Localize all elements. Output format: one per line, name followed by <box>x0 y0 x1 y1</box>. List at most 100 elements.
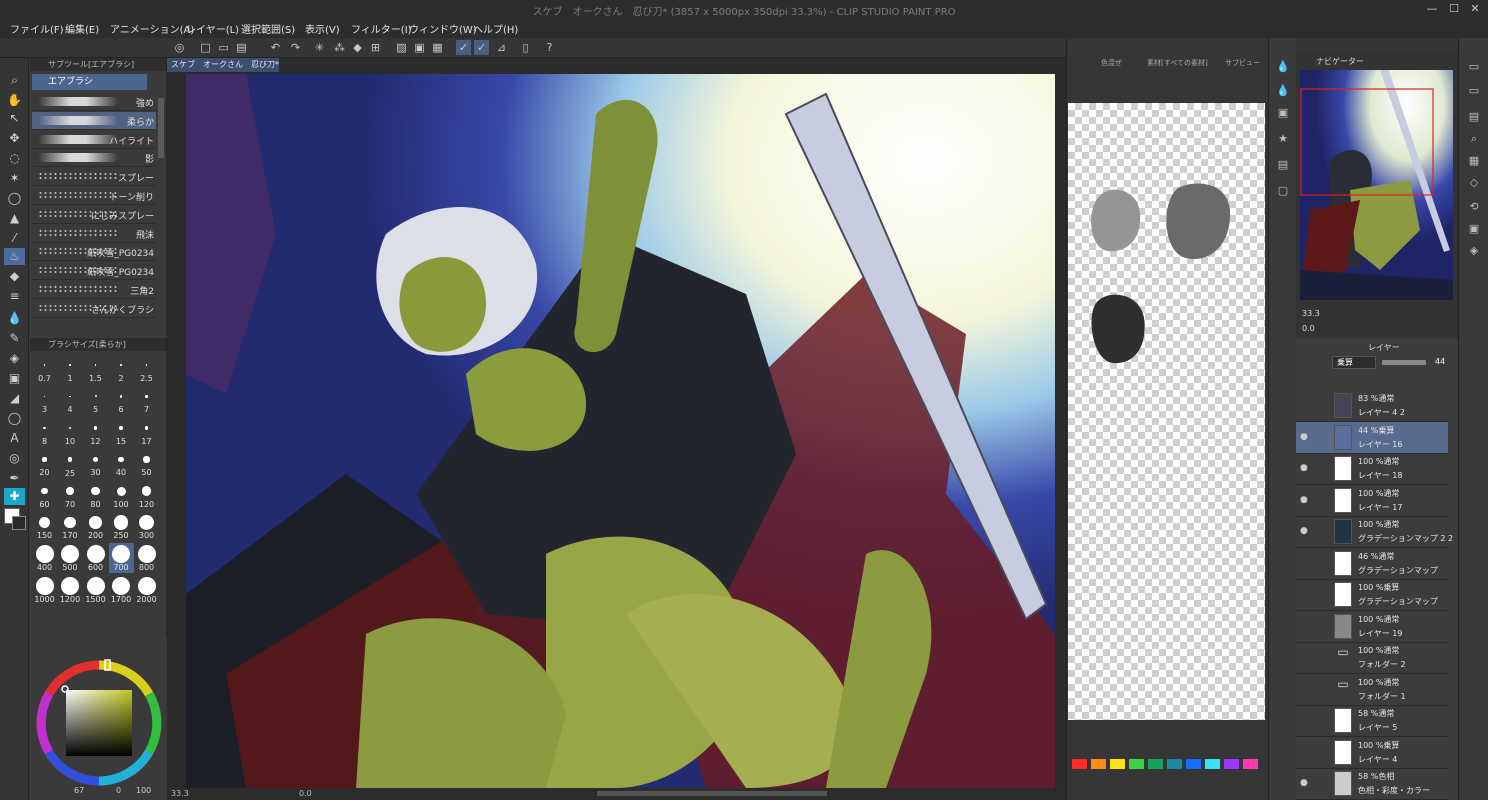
palette-swatch[interactable] <box>1243 759 1258 769</box>
visibility-eye-icon[interactable] <box>1300 400 1310 410</box>
hand-icon[interactable]: ✋ <box>4 92 25 109</box>
history-icon[interactable]: ⟲ <box>1463 198 1485 216</box>
layer-move-icon[interactable]: ≡ <box>4 288 25 305</box>
menu-file[interactable]: ファイル(F) <box>10 21 64 36</box>
brush-size-option[interactable]: 10 <box>58 417 83 447</box>
palette-swatch[interactable] <box>1110 759 1125 769</box>
star-material-icon[interactable]: ★ <box>1272 130 1294 148</box>
brush-item[interactable]: 紙吹雪_PG0234 <box>32 262 156 281</box>
color-mixing-icon[interactable]: 💧 <box>1272 58 1294 76</box>
visibility-eye-icon[interactable] <box>1300 621 1310 631</box>
correct-line-icon[interactable]: ✚ <box>4 488 25 505</box>
snap-special-icon[interactable]: ✓ <box>474 40 489 55</box>
tool-property-icon[interactable]: ▭ <box>1463 58 1485 76</box>
brush-size-option[interactable]: 100 <box>109 480 134 510</box>
navigator-angle[interactable]: 0.0 <box>1302 324 1315 333</box>
menu-layer[interactable]: レイヤー(L) <box>186 21 239 36</box>
spiral-icon[interactable]: ◎ <box>4 450 25 467</box>
brush-size-option[interactable]: 20 <box>32 449 57 479</box>
gradient-icon[interactable]: ▣ <box>4 370 25 387</box>
visibility-eye-icon[interactable] <box>1300 589 1310 599</box>
visibility-eye-icon[interactable] <box>1300 652 1310 662</box>
color-wheel[interactable] <box>34 658 164 788</box>
navigator-preview[interactable] <box>1300 70 1453 300</box>
move-icon[interactable]: ✥ <box>4 130 25 147</box>
palette-swatch[interactable] <box>1167 759 1182 769</box>
pen-tool-icon[interactable]: ✒ <box>4 470 25 487</box>
brush-item[interactable]: にじみスプレー <box>32 206 156 224</box>
lasso-icon[interactable]: ◌ <box>4 150 25 167</box>
menu-selection[interactable]: 選択範囲(S) <box>241 21 295 36</box>
brush-size-option[interactable]: 600 <box>83 543 108 573</box>
layer-row[interactable]: 100 %通常 レイヤー 19 <box>1296 611 1448 643</box>
tab-color-mixing[interactable]: 色混ぜ <box>1101 58 1122 68</box>
brush-item[interactable]: トーン削り <box>32 187 156 205</box>
maximize-button[interactable]: ☐ <box>1446 2 1462 16</box>
brush-size-option[interactable]: 1.5 <box>83 354 108 384</box>
layers-icon[interactable]: ◈ <box>1463 242 1485 260</box>
brush-size-option[interactable]: 17 <box>134 417 159 447</box>
visibility-eye-icon[interactable] <box>1300 715 1310 725</box>
layer-row[interactable]: ● 100 %通常 グラデーションマップ 2 2 <box>1296 516 1453 548</box>
navigator-icon[interactable]: ▤ <box>1463 108 1485 126</box>
opacity-value[interactable]: 44 <box>1435 357 1445 366</box>
brush-size-option[interactable]: 300 <box>134 512 159 542</box>
figure-icon[interactable]: ◢ <box>4 390 25 407</box>
brush-size-option[interactable]: 200 <box>83 512 108 542</box>
brush-size-option[interactable]: 150 <box>32 512 57 542</box>
subtool-scrollbar[interactable] <box>158 98 164 158</box>
brush-size-option[interactable]: 40 <box>109 449 134 479</box>
tab-materials[interactable]: 素材[すべての素材] <box>1147 58 1208 68</box>
menu-filter[interactable]: フィルター(I) <box>351 21 412 36</box>
zoom-value[interactable]: 33.3 <box>171 789 189 798</box>
brush-item[interactable]: 紙吹雪_PG0234 <box>32 243 156 262</box>
opacity-slider[interactable] <box>1382 360 1426 365</box>
minimize-button[interactable]: — <box>1424 2 1440 16</box>
brush-size-option[interactable]: 80 <box>83 480 108 510</box>
menu-edit[interactable]: 編集(E) <box>65 21 99 36</box>
brush-size-option[interactable]: 8 <box>32 417 57 447</box>
brush-size-option[interactable]: 3 <box>32 386 57 416</box>
menu-animation[interactable]: アニメーション(A) <box>110 21 194 36</box>
brush-item[interactable]: 柔らか <box>32 111 156 130</box>
palette-swatch[interactable] <box>1205 759 1220 769</box>
brush-item[interactable]: 飛沫 <box>32 225 156 243</box>
image-material-icon[interactable]: ▤ <box>1272 156 1294 174</box>
layer-row[interactable]: 46 %通常 グラデーションマップ <box>1296 548 1448 580</box>
layer-row[interactable]: ▭ 100 %通常 フォルダー 2 <box>1296 642 1448 674</box>
redo-icon[interactable]: ↷ <box>288 40 303 55</box>
layer-tab[interactable]: レイヤー <box>1368 342 1400 353</box>
visibility-eye-icon[interactable]: ● <box>1300 495 1310 505</box>
brush-size-option[interactable]: 2000 <box>134 575 159 605</box>
brush-size-option[interactable]: 0.7 <box>32 354 57 384</box>
magic-wand-icon[interactable]: ✶ <box>4 170 25 187</box>
crop-icon[interactable]: ⊞ <box>368 40 383 55</box>
palette-swatch[interactable] <box>1091 759 1106 769</box>
blend-icon[interactable]: 💧 <box>4 310 25 327</box>
help-icon[interactable]: ? <box>542 40 557 55</box>
layer-row[interactable]: 83 %通常 レイヤー 4 2 <box>1296 390 1448 422</box>
bucket-icon[interactable]: ◈ <box>4 350 25 367</box>
brush-size-option[interactable]: 1000 <box>32 575 57 605</box>
sub-color-swatch[interactable] <box>12 516 26 530</box>
palette-swatch[interactable] <box>1129 759 1144 769</box>
layer-property-icon[interactable]: ▦ <box>1463 152 1485 170</box>
brush-size-option[interactable]: 30 <box>83 449 108 479</box>
color-mixing-canvas[interactable] <box>1068 103 1265 720</box>
fill-icon[interactable]: ⁂ <box>332 40 347 55</box>
app-icon[interactable]: ◎ <box>172 40 187 55</box>
brush-size-option[interactable]: 5 <box>83 386 108 416</box>
brush-size-option[interactable]: 1700 <box>109 575 134 605</box>
brush-size-option[interactable]: 700 <box>108 543 134 573</box>
visibility-eye-icon[interactable]: ● <box>1300 463 1310 473</box>
undo-icon[interactable]: ↶ <box>268 40 283 55</box>
text-icon[interactable]: A <box>4 430 25 447</box>
snap-grid-icon[interactable]: ⊿ <box>494 40 509 55</box>
palette-swatch[interactable] <box>1224 759 1239 769</box>
tab-sub-view[interactable]: サブビュー <box>1225 58 1260 68</box>
airbrush-icon[interactable]: ♨ <box>4 248 25 265</box>
menu-view[interactable]: 表示(V) <box>305 21 340 36</box>
folder-material-icon[interactable]: ▢ <box>1272 182 1294 200</box>
operation-icon[interactable]: ↖ <box>4 110 25 127</box>
document-tab[interactable]: スケブ オークさん 忍び刀* <box>167 58 279 72</box>
